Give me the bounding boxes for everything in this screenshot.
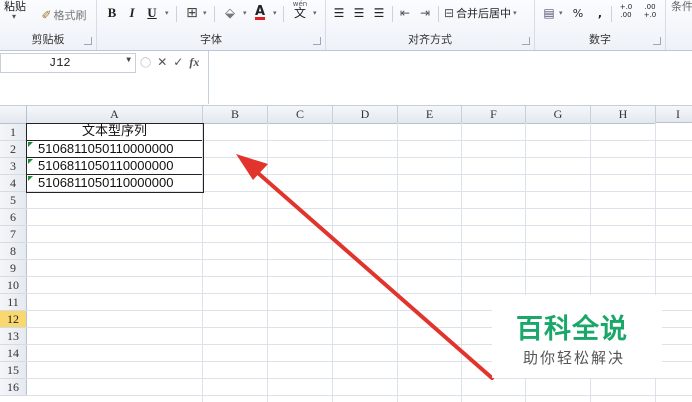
arrow-shaft bbox=[248, 164, 494, 380]
watermark-subtitle: 助你轻松解决 bbox=[523, 349, 626, 367]
watermark: 百科全说 助你轻松解决 bbox=[492, 295, 662, 378]
watermark-title: 百科全说 bbox=[516, 314, 628, 345]
